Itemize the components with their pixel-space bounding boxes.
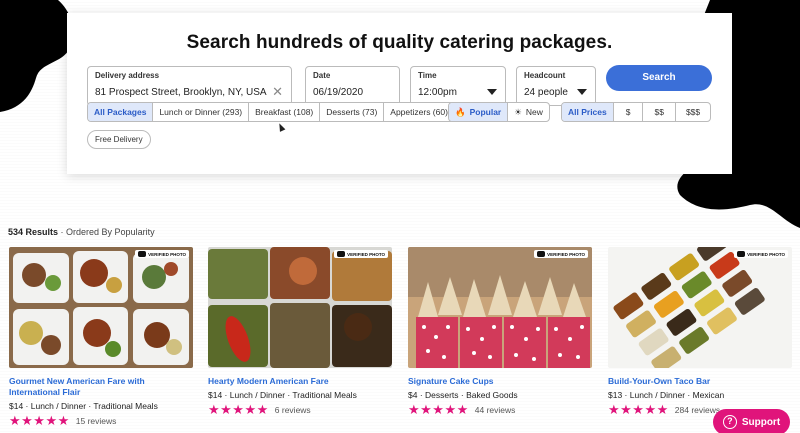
time-label: Time bbox=[418, 71, 437, 80]
review-count[interactable]: 6 reviews bbox=[275, 405, 311, 415]
package-photo[interactable]: VERIFIED PHOTO bbox=[408, 247, 592, 368]
package-rating: ★★★★★ 44 reviews bbox=[408, 403, 592, 416]
question-icon: ? bbox=[722, 415, 737, 429]
time-select[interactable]: Time 12:00pm bbox=[410, 66, 506, 106]
cow-logo-icon bbox=[138, 251, 147, 257]
package-meta: $4 · Desserts · Baked Goods bbox=[408, 390, 518, 400]
flame-icon: 🔥 bbox=[455, 107, 466, 117]
star-rating-icon: ★★★★★ bbox=[208, 402, 269, 417]
package-title[interactable]: Signature Cake Cups bbox=[408, 376, 592, 387]
search-button[interactable]: Search bbox=[606, 65, 712, 91]
review-count[interactable]: 44 reviews bbox=[475, 405, 516, 415]
price-one[interactable]: $ bbox=[614, 103, 644, 121]
date-label: Date bbox=[313, 71, 331, 80]
close-icon[interactable]: ✕ bbox=[272, 84, 283, 100]
filter-appetizers[interactable]: Appetizers (60) bbox=[384, 103, 454, 121]
date-value: 06/19/2020 bbox=[313, 87, 364, 98]
package-meta: $14 · Lunch / Dinner · Traditional Meals bbox=[208, 390, 357, 400]
sun-icon: ☀ bbox=[514, 107, 522, 117]
package-rating: ★★★★★ 6 reviews bbox=[208, 403, 392, 416]
package-title[interactable]: Gourmet New American Fare with Internati… bbox=[9, 376, 193, 398]
delivery-address-field[interactable]: Delivery address 81 Prospect Street, Bro… bbox=[87, 66, 292, 106]
time-value: 12:00pm bbox=[418, 87, 457, 98]
address-value: 81 Prospect Street, Brooklyn, NY, USA bbox=[95, 87, 267, 98]
package-title[interactable]: Hearty Modern American Fare bbox=[208, 376, 392, 387]
package-photo[interactable]: VERIFIED PHOTO bbox=[9, 247, 193, 368]
package-rating: ★★★★★ 15 reviews bbox=[9, 414, 193, 427]
category-filter-group: All Packages Lunch or Dinner (293) Break… bbox=[87, 102, 455, 122]
verified-photo-badge: VERIFIED PHOTO bbox=[334, 250, 388, 258]
support-label: Support bbox=[741, 416, 781, 428]
package-meta: $13 · Lunch / Dinner · Mexican bbox=[608, 390, 725, 400]
package-card[interactable]: VERIFIED PHOTO Build-Your-Own Taco Bar $… bbox=[608, 247, 792, 416]
cow-logo-icon bbox=[337, 251, 346, 257]
filter-all-packages[interactable]: All Packages bbox=[88, 103, 154, 121]
headcount-label: Headcount bbox=[524, 71, 566, 80]
food-photo-taco-bar bbox=[608, 247, 792, 368]
chevron-down-icon bbox=[487, 89, 497, 95]
cow-logo-icon bbox=[537, 251, 546, 257]
results-summary: 534 Results · Ordered By Popularity bbox=[8, 227, 155, 237]
filter-desserts[interactable]: Desserts (73) bbox=[320, 103, 385, 121]
package-meta: $14 · Lunch / Dinner · Traditional Meals bbox=[9, 401, 158, 411]
package-photo[interactable]: VERIFIED PHOTO bbox=[608, 247, 792, 368]
review-count[interactable]: 15 reviews bbox=[76, 416, 117, 426]
search-panel: Search hundreds of quality catering pack… bbox=[67, 13, 732, 174]
food-photo-cake-cups bbox=[408, 247, 592, 368]
verified-photo-badge: VERIFIED PHOTO bbox=[135, 250, 189, 258]
sort-popular[interactable]: 🔥 Popular bbox=[449, 103, 509, 121]
sort-popular-label: Popular bbox=[469, 107, 502, 117]
headcount-select[interactable]: Headcount 24 people bbox=[516, 66, 596, 106]
search-title: Search hundreds of quality catering pack… bbox=[186, 32, 613, 53]
package-title[interactable]: Build-Your-Own Taco Bar bbox=[608, 376, 792, 387]
price-three[interactable]: $$$ bbox=[676, 103, 710, 121]
package-card[interactable]: VERIFIED PHOTO Hearty Modern American Fa… bbox=[208, 247, 392, 416]
verified-photo-badge: VERIFIED PHOTO bbox=[534, 250, 588, 258]
mouse-cursor-icon bbox=[276, 122, 286, 132]
headcount-value: 24 people bbox=[524, 87, 568, 98]
food-photo-trays bbox=[208, 247, 392, 368]
package-card[interactable]: VERIFIED PHOTO Signature Cake Cups $4 · … bbox=[408, 247, 592, 416]
package-photo[interactable]: VERIFIED PHOTO bbox=[208, 247, 392, 368]
review-count[interactable]: 284 reviews bbox=[675, 405, 720, 415]
price-filter-group: All Prices $ $$ $$$ bbox=[561, 102, 712, 122]
star-rating-icon: ★★★★★ bbox=[408, 402, 469, 417]
filter-breakfast[interactable]: Breakfast (108) bbox=[249, 103, 321, 121]
results-ordering: · Ordered By Popularity bbox=[58, 227, 155, 237]
chevron-down-icon bbox=[577, 89, 587, 95]
sort-new-label: New bbox=[525, 107, 543, 117]
support-button[interactable]: ? Support bbox=[713, 409, 790, 433]
verified-photo-badge: VERIFIED PHOTO bbox=[734, 250, 788, 258]
price-two[interactable]: $$ bbox=[643, 103, 676, 121]
cow-logo-icon bbox=[737, 251, 746, 257]
free-delivery-filter[interactable]: Free Delivery bbox=[87, 130, 151, 149]
package-card[interactable]: VERIFIED PHOTO Gourmet New American Fare… bbox=[9, 247, 193, 427]
sort-new[interactable]: ☀ New bbox=[508, 103, 549, 121]
food-photo-meal-boxes bbox=[9, 247, 193, 368]
address-label: Delivery address bbox=[95, 71, 160, 80]
price-all[interactable]: All Prices bbox=[562, 103, 614, 121]
results-count: 534 Results bbox=[8, 227, 59, 237]
filter-lunch-dinner[interactable]: Lunch or Dinner (293) bbox=[153, 103, 250, 121]
sort-filter-group: 🔥 Popular ☀ New bbox=[448, 102, 550, 122]
date-field[interactable]: Date 06/19/2020 bbox=[305, 66, 400, 106]
star-rating-icon: ★★★★★ bbox=[9, 413, 70, 428]
star-rating-icon: ★★★★★ bbox=[608, 402, 669, 417]
